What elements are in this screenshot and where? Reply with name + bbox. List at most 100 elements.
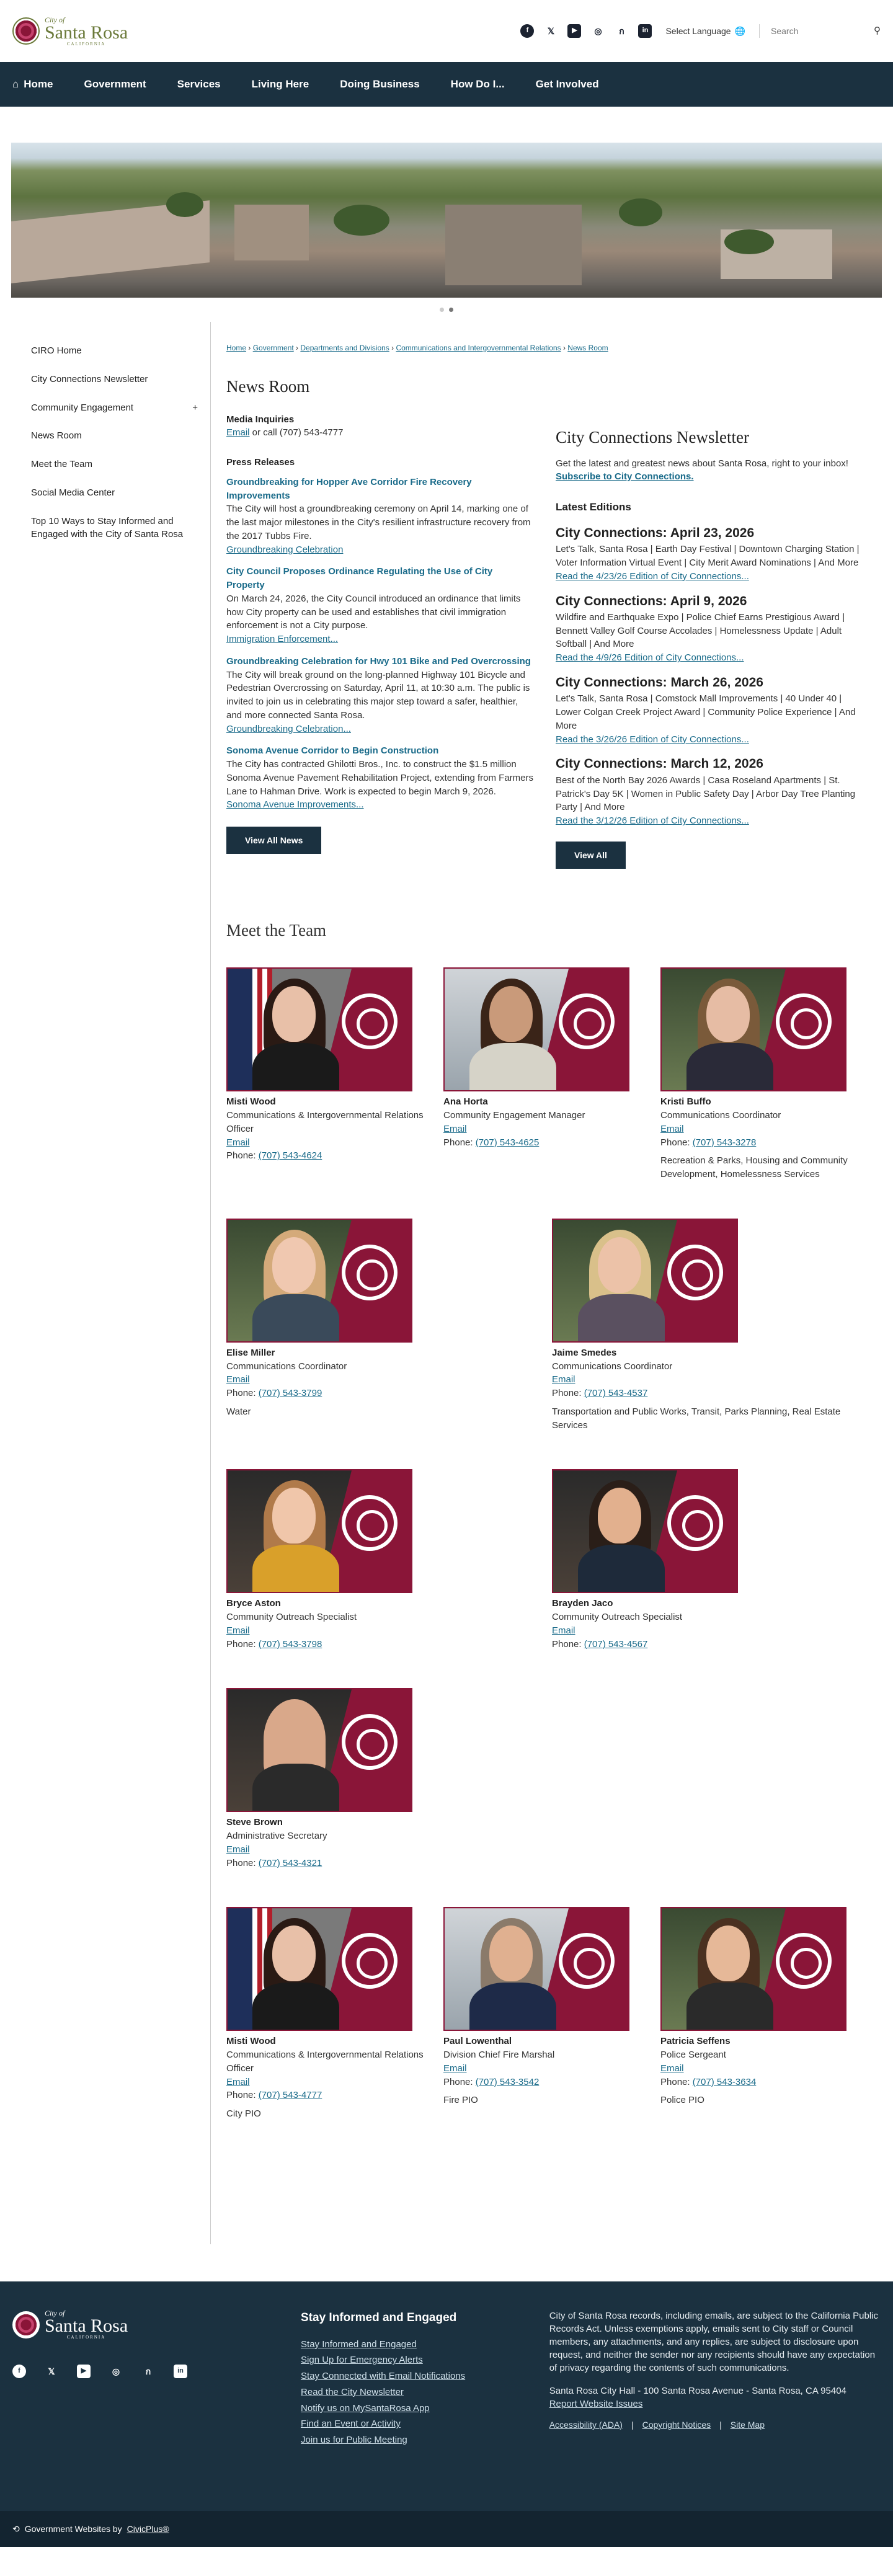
team-member-email[interactable]: Email bbox=[552, 1625, 575, 1636]
team-member-email[interactable]: Email bbox=[660, 2063, 684, 2074]
carousel-dot-active[interactable] bbox=[449, 308, 453, 312]
edition-link[interactable]: Read the 4/9/26 Edition of City Connecti… bbox=[556, 652, 744, 663]
search-icon[interactable]: ⚲ bbox=[874, 24, 881, 38]
phone-link[interactable]: (707) 543-4537 bbox=[584, 1388, 648, 1398]
team-member-email[interactable]: Email bbox=[552, 1374, 575, 1385]
team-member-email[interactable]: Email bbox=[660, 1124, 684, 1134]
nav-doing-business[interactable]: Doing Business bbox=[340, 77, 419, 92]
footer-bottom-link[interactable]: Copyright Notices bbox=[642, 2419, 711, 2432]
team-member-email[interactable]: Email bbox=[443, 2063, 467, 2074]
team-member-email[interactable]: Email bbox=[226, 1137, 250, 1148]
phone-link[interactable]: (707) 543-3542 bbox=[476, 2077, 540, 2087]
phone-link[interactable]: (707) 543-4625 bbox=[476, 1137, 540, 1148]
nav-government[interactable]: Government bbox=[84, 77, 146, 92]
nextdoor-icon[interactable]: ก bbox=[141, 2365, 155, 2378]
breadcrumb-link[interactable]: Government bbox=[253, 344, 294, 352]
youtube-icon[interactable]: ▶ bbox=[567, 24, 582, 38]
report-issues-link[interactable]: Report Website Issues bbox=[549, 2399, 643, 2409]
subscribe-link[interactable]: Subscribe to City Connections. bbox=[556, 471, 694, 482]
phone-link[interactable]: (707) 543-4321 bbox=[259, 1858, 322, 1868]
footer-link[interactable]: Sign Up for Emergency Alerts bbox=[301, 2353, 549, 2367]
footer-logo[interactable]: City of Santa Rosa CALIFORNIA bbox=[12, 2309, 301, 2340]
press-release-link[interactable]: Immigration Enforcement... bbox=[226, 634, 338, 644]
nav-living-here[interactable]: Living Here bbox=[252, 77, 309, 92]
breadcrumb-link[interactable]: Home bbox=[226, 344, 246, 352]
nav-home[interactable]: ⌂ Home bbox=[12, 77, 53, 92]
phone-link[interactable]: (707) 543-3278 bbox=[693, 1137, 757, 1148]
phone-link[interactable]: (707) 543-3634 bbox=[693, 2077, 757, 2087]
instagram-icon[interactable]: ◎ bbox=[591, 24, 605, 38]
footer-link[interactable]: Notify us on MySantaRosa App bbox=[301, 2402, 549, 2415]
press-release-title[interactable]: Groundbreaking for Hopper Ave Corridor F… bbox=[226, 476, 533, 503]
breadcrumb-link[interactable]: News Room bbox=[567, 344, 608, 352]
youtube-icon[interactable]: ▶ bbox=[77, 2365, 91, 2378]
press-release-link[interactable]: Groundbreaking Celebration... bbox=[226, 724, 351, 734]
sidebar-item[interactable]: Meet the Team bbox=[31, 454, 210, 475]
linkedin-icon[interactable]: in bbox=[638, 24, 652, 38]
phone-link[interactable]: (707) 543-4624 bbox=[259, 1150, 322, 1161]
phone-link[interactable]: (707) 543-4777 bbox=[259, 2090, 322, 2100]
city-logo[interactable]: City of Santa Rosa CALIFORNIA bbox=[12, 16, 128, 47]
breadcrumb-link[interactable]: Departments and Divisions bbox=[300, 344, 389, 352]
linkedin-icon[interactable]: in bbox=[174, 2365, 187, 2378]
press-release: Sonoma Avenue Corridor to Begin Construc… bbox=[226, 744, 533, 812]
x-icon[interactable]: 𝕏 bbox=[45, 2365, 58, 2378]
sidebar-item[interactable]: CIRO Home bbox=[31, 340, 210, 362]
footer-bottom-link[interactable]: Site Map bbox=[731, 2419, 765, 2432]
footer-link[interactable]: Join us for Public Meeting bbox=[301, 2433, 549, 2447]
facebook-icon[interactable]: f bbox=[12, 2365, 26, 2378]
team-member-title: Police Sergeant bbox=[660, 2050, 726, 2060]
media-email-link[interactable]: Email bbox=[226, 427, 250, 438]
carousel-dot[interactable] bbox=[440, 308, 444, 312]
team-member-email[interactable]: Email bbox=[443, 1124, 467, 1134]
nav-how-do-i[interactable]: How Do I... bbox=[451, 77, 505, 92]
team-member-email[interactable]: Email bbox=[226, 2077, 250, 2087]
edition-link[interactable]: Read the 4/23/26 Edition of City Connect… bbox=[556, 571, 749, 582]
team-member-email[interactable]: Email bbox=[226, 1625, 250, 1636]
sidebar-item[interactable]: Top 10 Ways to Stay Informed and Engaged… bbox=[31, 511, 210, 546]
nav-services[interactable]: Services bbox=[177, 77, 221, 92]
press-release: City Council Proposes Ordinance Regulati… bbox=[226, 565, 533, 646]
sidebar-item-label[interactable]: City Connections Newsletter bbox=[31, 373, 148, 386]
footer-link[interactable]: Find an Event or Activity bbox=[301, 2417, 549, 2431]
facebook-icon[interactable]: f bbox=[520, 24, 535, 38]
sidebar-item[interactable]: City Connections Newsletter bbox=[31, 369, 210, 390]
sidebar-item-label[interactable]: Meet the Team bbox=[31, 458, 92, 471]
press-release-title[interactable]: Sonoma Avenue Corridor to Begin Construc… bbox=[226, 744, 533, 758]
x-icon[interactable]: 𝕏 bbox=[544, 24, 558, 38]
sidebar-item[interactable]: News Room bbox=[31, 425, 210, 446]
search-input[interactable] bbox=[771, 26, 870, 36]
nav-get-involved[interactable]: Get Involved bbox=[536, 77, 599, 92]
footer-link[interactable]: Stay Connected with Email Notifications bbox=[301, 2369, 549, 2383]
team-member-email[interactable]: Email bbox=[226, 1844, 250, 1855]
team-member-email[interactable]: Email bbox=[226, 1374, 250, 1385]
press-release-link[interactable]: Groundbreaking Celebration bbox=[226, 544, 343, 555]
sidebar-item-label[interactable]: Top 10 Ways to Stay Informed and Engaged… bbox=[31, 515, 198, 542]
sidebar-item-label[interactable]: CIRO Home bbox=[31, 344, 82, 358]
phone-link[interactable]: (707) 543-4567 bbox=[584, 1639, 648, 1650]
sidebar-item-label[interactable]: Social Media Center bbox=[31, 486, 115, 500]
phone-link[interactable]: (707) 543-3799 bbox=[259, 1388, 322, 1398]
civicplus-link[interactable]: CivicPlus® bbox=[127, 2523, 169, 2535]
press-release-title[interactable]: Groundbreaking Celebration for Hwy 101 B… bbox=[226, 655, 533, 668]
instagram-icon[interactable]: ◎ bbox=[109, 2365, 123, 2378]
footer-link[interactable]: Read the City Newsletter bbox=[301, 2386, 549, 2399]
edition-link[interactable]: Read the 3/26/26 Edition of City Connect… bbox=[556, 734, 749, 745]
press-release-link[interactable]: Sonoma Avenue Improvements... bbox=[226, 799, 364, 810]
nextdoor-icon[interactable]: ก bbox=[615, 24, 628, 38]
sidebar-item-label[interactable]: Community Engagement bbox=[31, 401, 133, 415]
sidebar-item[interactable]: Community Engagement + bbox=[31, 398, 210, 419]
sidebar-item-label[interactable]: News Room bbox=[31, 429, 82, 443]
footer-bottom-link[interactable]: Accessibility (ADA) bbox=[549, 2419, 623, 2432]
edition-link[interactable]: Read the 3/12/26 Edition of City Connect… bbox=[556, 815, 749, 826]
logo-name: Santa Rosa bbox=[45, 22, 128, 43]
view-all-news-button[interactable]: View All News bbox=[226, 827, 322, 855]
language-selector[interactable]: Select Language 🌐 bbox=[665, 25, 745, 37]
phone-link[interactable]: (707) 543-3798 bbox=[259, 1639, 322, 1650]
footer-link[interactable]: Stay Informed and Engaged bbox=[301, 2338, 549, 2352]
view-all-button[interactable]: View All bbox=[556, 841, 626, 869]
sidebar-item[interactable]: Social Media Center bbox=[31, 482, 210, 504]
breadcrumb-link[interactable]: Communications and Intergovernmental Rel… bbox=[396, 344, 561, 352]
expand-plus-icon[interactable]: + bbox=[192, 401, 198, 415]
press-release-title[interactable]: City Council Proposes Ordinance Regulati… bbox=[226, 565, 533, 592]
